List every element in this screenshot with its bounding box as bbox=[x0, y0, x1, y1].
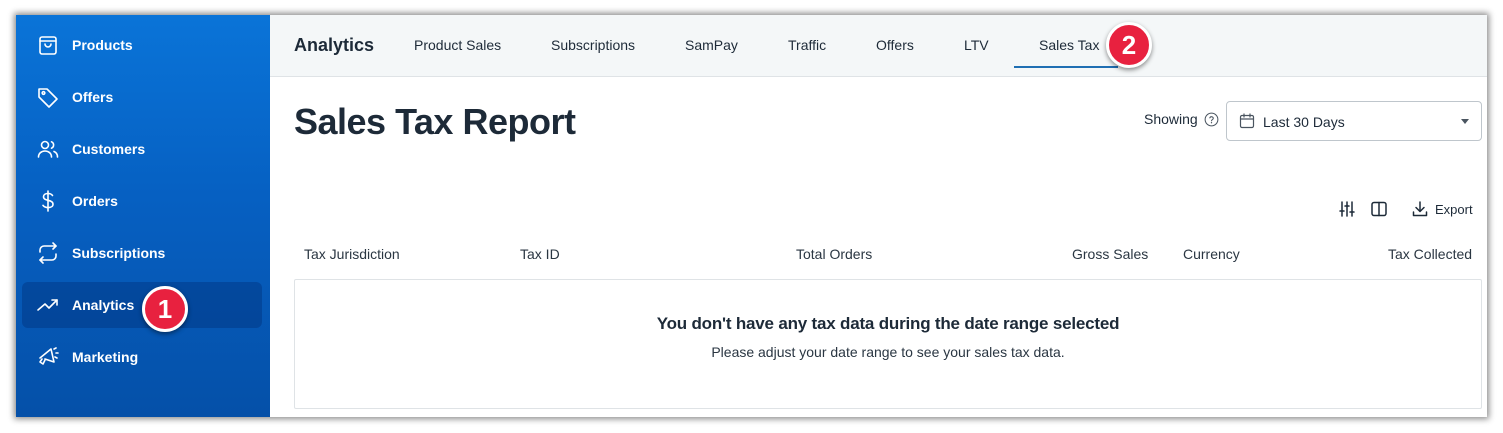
shopping-bag-icon bbox=[36, 33, 60, 57]
empty-state: You don't have any tax data during the d… bbox=[294, 279, 1482, 409]
date-range-select[interactable]: Last 30 Days bbox=[1226, 101, 1482, 141]
repeat-icon bbox=[36, 241, 60, 265]
sidebar-item-subscriptions[interactable]: Subscriptions bbox=[22, 230, 262, 276]
calendar-icon bbox=[1239, 113, 1255, 129]
date-range-value: Last 30 Days bbox=[1263, 114, 1345, 130]
tab-ltv[interactable]: LTV bbox=[964, 37, 989, 53]
sidebar-item-customers[interactable]: Customers bbox=[22, 126, 262, 172]
sidebar-item-label: Analytics bbox=[72, 297, 135, 313]
sidebar-item-marketing[interactable]: Marketing bbox=[22, 334, 262, 380]
top-nav: Analytics Product Sales Subscriptions Sa… bbox=[270, 15, 1487, 77]
showing-label-group: Showing bbox=[1144, 111, 1219, 127]
sidebar-item-orders[interactable]: Orders bbox=[22, 178, 262, 224]
tab-traffic[interactable]: Traffic bbox=[788, 37, 826, 53]
columns-icon[interactable] bbox=[1370, 200, 1388, 218]
tab-offers[interactable]: Offers bbox=[876, 37, 914, 53]
filter-sliders-icon[interactable] bbox=[1338, 200, 1356, 218]
sidebar-item-label: Customers bbox=[72, 141, 146, 157]
column-header-currency[interactable]: Currency bbox=[1183, 246, 1240, 262]
column-header-gross-sales[interactable]: Gross Sales bbox=[1072, 246, 1148, 262]
column-header-total-orders[interactable]: Total Orders bbox=[796, 246, 872, 262]
column-header-tax-id[interactable]: Tax ID bbox=[520, 246, 560, 262]
users-icon bbox=[36, 137, 60, 161]
sidebar-item-products[interactable]: Products bbox=[22, 22, 262, 68]
main-content: Sales Tax Report Showing Last 30 Days Ex… bbox=[270, 77, 1487, 417]
step-badge-2: 2 bbox=[1106, 22, 1152, 68]
active-tab-indicator bbox=[1014, 66, 1118, 68]
sidebar-item-label: Subscriptions bbox=[72, 245, 166, 261]
column-header-tax-jurisdiction[interactable]: Tax Jurisdiction bbox=[304, 246, 400, 262]
column-header-tax-collected[interactable]: Tax Collected bbox=[1388, 246, 1472, 262]
tab-sampay[interactable]: SamPay bbox=[685, 37, 738, 53]
download-icon[interactable] bbox=[1411, 200, 1429, 218]
tab-sales-tax[interactable]: Sales Tax bbox=[1039, 37, 1099, 53]
tab-subscriptions[interactable]: Subscriptions bbox=[551, 37, 635, 53]
empty-state-subtitle: Please adjust your date range to see you… bbox=[711, 344, 1065, 360]
page-title: Sales Tax Report bbox=[294, 101, 576, 142]
sidebar-item-label: Marketing bbox=[72, 349, 139, 365]
tag-icon bbox=[36, 85, 60, 109]
help-icon[interactable] bbox=[1204, 112, 1219, 127]
tab-product-sales[interactable]: Product Sales bbox=[414, 37, 501, 53]
sidebar-item-label: Products bbox=[72, 37, 133, 53]
step-badge-1: 1 bbox=[142, 286, 188, 332]
sidebar-item-label: Orders bbox=[72, 193, 118, 209]
empty-state-title: You don't have any tax data during the d… bbox=[656, 314, 1120, 333]
showing-label: Showing bbox=[1144, 111, 1198, 127]
dollar-icon bbox=[36, 189, 60, 213]
megaphone-icon bbox=[36, 345, 60, 369]
section-title: Analytics bbox=[294, 35, 375, 55]
export-button[interactable]: Export bbox=[1435, 202, 1473, 217]
chevron-down-icon bbox=[1461, 119, 1469, 124]
app-window: Products Offers Customers Orders Subscri… bbox=[16, 15, 1487, 417]
sidebar: Products Offers Customers Orders Subscri… bbox=[16, 15, 270, 417]
sidebar-item-label: Offers bbox=[72, 89, 114, 105]
trending-up-icon bbox=[36, 293, 60, 317]
sidebar-item-offers[interactable]: Offers bbox=[22, 74, 262, 120]
